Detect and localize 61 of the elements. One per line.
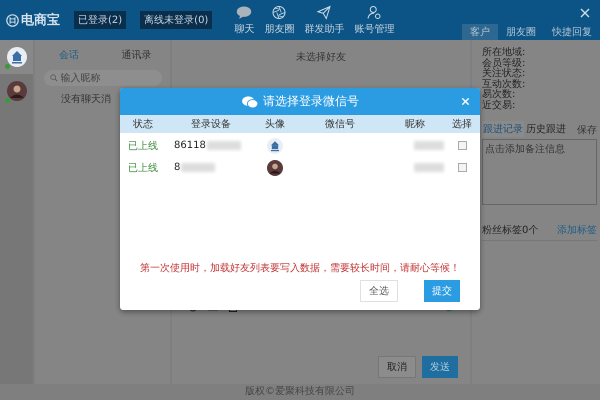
send-button[interactable]: 发送	[422, 356, 458, 378]
status-text: 已上线	[127, 140, 159, 152]
aperture-icon	[271, 4, 288, 20]
tab[interactable]: 朋友圈	[498, 24, 544, 40]
account-status-button[interactable]: 离线未登录(0)	[140, 11, 212, 29]
field-label: 易次数:	[482, 90, 516, 100]
avatar-icon	[6, 81, 26, 101]
tag-count: 粉丝标签0个	[482, 224, 538, 237]
field-label: 关注状态:	[482, 69, 526, 79]
app-logo-text: 电商宝	[21, 12, 60, 29]
avatar-icon	[267, 138, 283, 154]
search-icon	[50, 74, 58, 82]
logo-icon	[6, 14, 19, 26]
copyright-text: 版权©爱聚科技有限公司	[245, 386, 355, 397]
field-label: 近交易:	[482, 100, 516, 111]
tab[interactable]: 历史跟进	[525, 121, 567, 137]
paper-plane-icon	[316, 4, 332, 20]
submit-button[interactable]: 提交	[424, 280, 460, 302]
device-id: 8	[174, 162, 180, 173]
account-item[interactable]	[0, 40, 33, 74]
empty-message: 没有聊天消	[61, 92, 111, 106]
column-header: 状态	[132, 118, 154, 131]
note-field[interactable]: 点击添加备注信息	[482, 139, 597, 205]
nav-button[interactable]: 聊天	[234, 4, 254, 36]
field-label: 所在地域:	[482, 48, 526, 58]
column-header: 登录设备	[190, 118, 232, 131]
wechat-icon	[241, 94, 259, 108]
column-header: 选择	[451, 118, 473, 131]
redaction-blur	[206, 141, 241, 150]
dialog-title: 请选择登录微信号	[263, 93, 359, 110]
checkbox[interactable]	[458, 163, 466, 172]
redaction-blur	[181, 163, 216, 172]
tab[interactable]: 客户	[462, 24, 498, 40]
chat-title: 未选择好友	[296, 52, 346, 63]
checkbox[interactable]	[458, 141, 466, 150]
notice-text: 第一次使用时，加载好友列表要写入数据，需要较长时间，请耐心等候！	[139, 262, 461, 275]
nav-button[interactable]: 账号管理	[354, 4, 394, 36]
field-label: 会员等级:	[482, 58, 526, 68]
save-link[interactable]: 保存	[577, 123, 597, 137]
status-text: 已上线	[127, 162, 159, 174]
column-header: 昵称	[404, 118, 426, 131]
nav-button[interactable]: 朋友圈	[264, 4, 294, 36]
search-field[interactable]: 输入昵称	[44, 70, 162, 86]
redaction-blur	[414, 141, 444, 150]
tab[interactable]: 快捷回复	[544, 24, 600, 40]
chat-icon	[236, 4, 252, 20]
column-header: 头像	[264, 118, 286, 131]
select-all-button[interactable]: 全选	[360, 280, 398, 302]
close-icon[interactable]	[580, 8, 590, 18]
redaction-blur	[414, 163, 444, 172]
tab[interactable]: 通讯录	[102, 40, 170, 70]
device-id: 86118	[174, 140, 206, 151]
avatar-icon	[267, 160, 283, 176]
nav-button[interactable]: 群发助手	[304, 4, 344, 36]
column-header: 微信号	[324, 118, 356, 131]
tab[interactable]: 跟进记录	[482, 121, 524, 137]
user-gear-icon	[366, 4, 382, 20]
field-label: 互动次数:	[482, 80, 526, 90]
cancel-button[interactable]: 取消	[378, 356, 416, 378]
avatar-icon	[6, 47, 26, 67]
account-status-button[interactable]: 已登录(2)	[74, 11, 126, 29]
